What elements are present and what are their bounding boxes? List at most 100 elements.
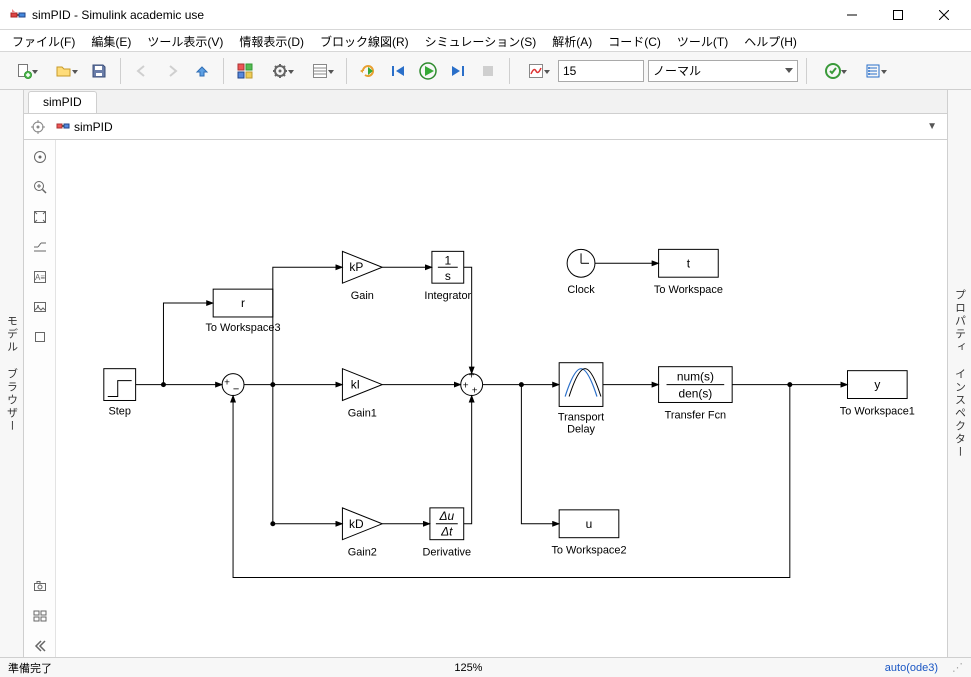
block-to-workspace3[interactable]: r To Workspace3	[205, 289, 280, 334]
resize-grip-icon: ⋰	[952, 661, 963, 674]
svg-text:Step: Step	[108, 405, 130, 417]
model-tabs: simPID	[24, 90, 947, 114]
center-pane: simPID simPID ▼ A≡	[24, 90, 947, 657]
menu-edit[interactable]: 編集(E)	[83, 30, 139, 51]
app-icon	[10, 7, 26, 23]
tab-simpid[interactable]: simPID	[28, 91, 97, 113]
menu-help[interactable]: ヘルプ(H)	[736, 30, 805, 51]
step-forward-button[interactable]	[445, 58, 471, 84]
property-inspector-label: プロパティ インスペクター	[952, 289, 968, 459]
menu-code[interactable]: コード(C)	[600, 30, 669, 51]
breadcrumb-root[interactable]: simPID	[52, 119, 117, 135]
status-zoom[interactable]: 125%	[454, 662, 482, 674]
svg-text:den(s): den(s)	[678, 387, 712, 401]
fast-restart-button[interactable]	[355, 58, 381, 84]
menubar: ファイル(F) 編集(E) ツール表示(V) 情報表示(D) ブロック線図(R)…	[0, 30, 971, 52]
svg-text:Gain1: Gain1	[348, 407, 377, 419]
hide-browser-button[interactable]	[29, 146, 51, 168]
nav-target-button[interactable]	[30, 119, 46, 135]
svg-text:s: s	[445, 269, 451, 283]
breadcrumb-bar: simPID ▼	[24, 114, 947, 140]
stop-button	[475, 58, 501, 84]
menu-info[interactable]: 情報表示(D)	[231, 30, 312, 51]
zoom-in-button[interactable]	[29, 176, 51, 198]
new-button[interactable]	[6, 58, 42, 84]
block-clock[interactable]: Clock	[567, 249, 595, 296]
block-transfer-fcn[interactable]: num(s) den(s) Transfer Fcn	[659, 367, 733, 422]
block-diagram: Step r To Workspace3 + −	[56, 140, 947, 657]
block-to-workspace1[interactable]: y To Workspace1	[840, 371, 915, 418]
collapse-palette-button[interactable]	[29, 635, 51, 657]
toolbar: ノーマル	[0, 52, 971, 90]
breadcrumb-dropdown[interactable]: ▼	[923, 117, 941, 136]
canvas-wrap: A≡	[24, 140, 947, 657]
minimize-button[interactable]	[829, 0, 875, 30]
forward-button	[159, 58, 185, 84]
menu-analysis[interactable]: 解析(A)	[544, 30, 600, 51]
annotation-button[interactable]: A≡	[29, 266, 51, 288]
svg-text:r: r	[241, 296, 245, 310]
close-button[interactable]	[921, 0, 967, 30]
property-inspector-sidebar[interactable]: プロパティ インスペクター	[947, 90, 971, 657]
viewmarks-button[interactable]	[29, 605, 51, 627]
svg-text:To Workspace: To Workspace	[654, 284, 723, 296]
save-button[interactable]	[86, 58, 112, 84]
svg-text:num(s): num(s)	[677, 370, 714, 384]
build-button[interactable]	[855, 58, 891, 84]
up-button[interactable]	[189, 58, 215, 84]
menu-file[interactable]: ファイル(F)	[4, 30, 83, 51]
titlebar: simPID - Simulink academic use	[0, 0, 971, 30]
open-button[interactable]	[46, 58, 82, 84]
maximize-button[interactable]	[875, 0, 921, 30]
data-inspector-button[interactable]	[518, 58, 554, 84]
sample-time-colors-button[interactable]	[29, 236, 51, 258]
svg-text:To Workspace3: To Workspace3	[205, 322, 280, 334]
menu-tools-view[interactable]: ツール表示(V)	[139, 30, 231, 51]
screenshot-button[interactable]	[29, 575, 51, 597]
block-sum-u[interactable]: + + +	[461, 371, 483, 397]
model-browser-label: モデル ブラウザー	[4, 315, 20, 433]
block-sum-error[interactable]: + −	[222, 374, 244, 396]
canvas-palette: A≡	[24, 140, 56, 657]
block-derivative[interactable]: Δu Δt Derivative	[423, 508, 472, 559]
update-diagram-button[interactable]	[815, 58, 851, 84]
simulation-mode-select[interactable]: ノーマル	[648, 60, 798, 82]
stop-time-input[interactable]	[558, 60, 644, 82]
model-icon	[56, 120, 70, 134]
block-to-workspace-t[interactable]: t To Workspace	[654, 249, 723, 296]
status-solver[interactable]: auto(ode3)	[885, 662, 938, 674]
run-button[interactable]	[415, 58, 441, 84]
svg-text:u: u	[586, 517, 593, 531]
model-browser-sidebar[interactable]: モデル ブラウザー	[0, 90, 24, 657]
block-gain-d[interactable]: kD Gain2	[342, 508, 382, 559]
svg-text:Gain2: Gain2	[348, 547, 377, 559]
svg-text:Clock: Clock	[567, 284, 595, 296]
svg-text:To Workspace2: To Workspace2	[551, 545, 626, 557]
block-to-workspace2[interactable]: u To Workspace2	[551, 510, 626, 557]
svg-text:Transfer Fcn: Transfer Fcn	[665, 409, 727, 421]
svg-text:kD: kD	[349, 517, 364, 531]
svg-text:Gain: Gain	[351, 290, 374, 302]
svg-text:1: 1	[444, 253, 451, 267]
configuration-button[interactable]	[262, 58, 298, 84]
step-back-button[interactable]	[385, 58, 411, 84]
svg-text:kP: kP	[349, 260, 363, 274]
svg-text:A≡: A≡	[34, 273, 44, 282]
menu-tool[interactable]: ツール(T)	[669, 30, 736, 51]
fit-to-view-button[interactable]	[29, 206, 51, 228]
area-button[interactable]	[29, 326, 51, 348]
block-step[interactable]: Step	[104, 369, 136, 418]
menu-block-diagram[interactable]: ブロック線図(R)	[312, 30, 417, 51]
library-browser-button[interactable]	[232, 58, 258, 84]
image-button[interactable]	[29, 296, 51, 318]
window-title: simPID - Simulink academic use	[32, 8, 204, 22]
model-canvas[interactable]: Step r To Workspace3 + −	[56, 140, 947, 657]
block-transport-delay[interactable]: Transport Delay	[558, 363, 604, 436]
menu-simulation[interactable]: シミュレーション(S)	[417, 30, 545, 51]
svg-text:Integrator: Integrator	[424, 290, 471, 302]
block-integrator[interactable]: 1 s Integrator	[424, 251, 471, 302]
block-gain-p[interactable]: kP Gain	[342, 251, 382, 302]
svg-text:+: +	[224, 378, 230, 389]
model-explorer-button[interactable]	[302, 58, 338, 84]
block-gain-i[interactable]: kI Gain1	[342, 369, 382, 420]
